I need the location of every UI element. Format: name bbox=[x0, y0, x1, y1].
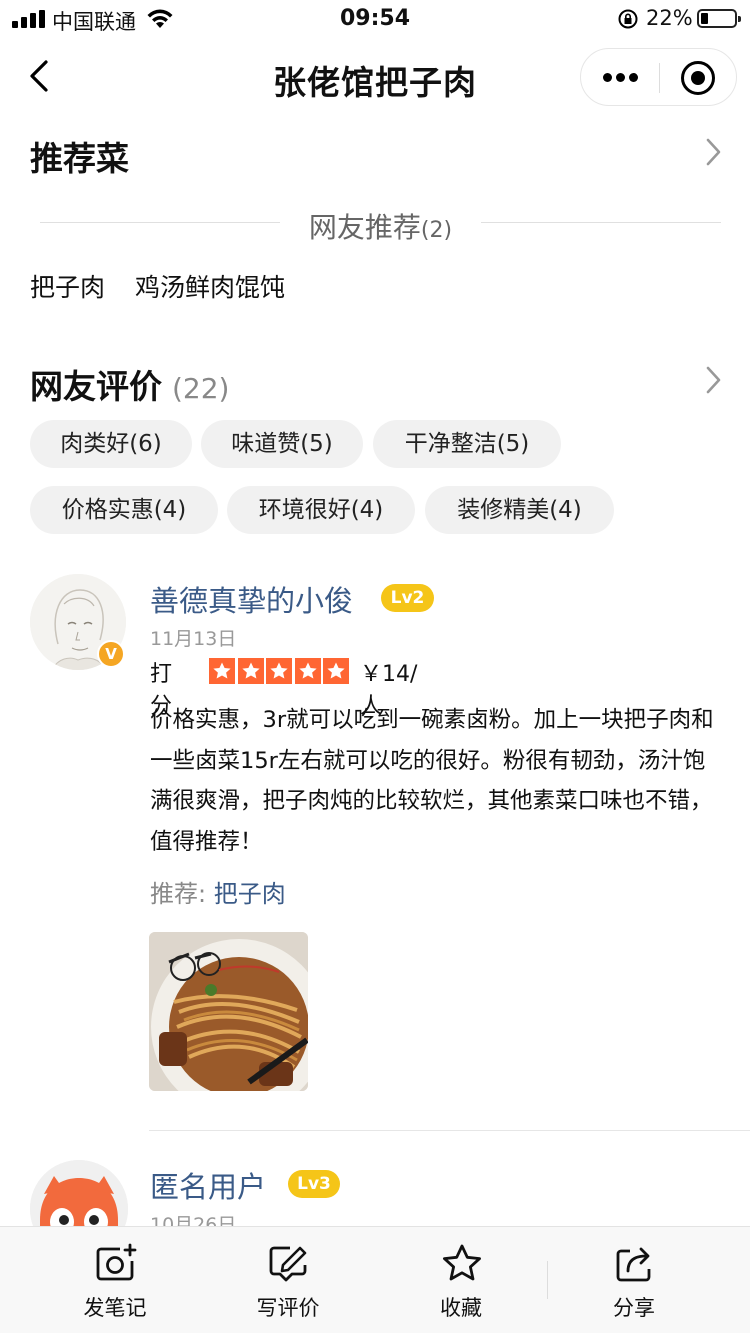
rating-star-icon bbox=[209, 658, 235, 684]
share-icon bbox=[616, 1247, 651, 1282]
status-bar: 中国联通 09:54 22% bbox=[0, 0, 750, 40]
reviews-title-text: 网友评价 bbox=[30, 367, 162, 406]
reviews-title[interactable]: 网友评价 (22) bbox=[30, 360, 229, 408]
bottom-bar-divider bbox=[547, 1261, 548, 1299]
dish-item[interactable]: 鸡汤鲜肉馄饨 bbox=[135, 273, 285, 302]
review-tag[interactable]: 价格实惠(4) bbox=[30, 486, 218, 534]
review-text: 价格实惠，3r就可以吃到一碗素卤粉。加上一块把子肉和一些卤菜15r左右就可以吃的… bbox=[150, 707, 714, 856]
divider-label: 网友推荐 bbox=[308, 211, 421, 244]
level-badge: Lv3 bbox=[288, 1170, 340, 1198]
recommend-dish-link[interactable]: 把子肉 bbox=[214, 880, 286, 908]
review-recommend: 推荐: 把子肉 bbox=[150, 874, 286, 909]
rating-star-icon bbox=[323, 658, 349, 684]
share-label: 分享 bbox=[613, 1296, 655, 1320]
rotation-lock-icon bbox=[618, 9, 638, 29]
recommend-label: 推荐: bbox=[150, 880, 214, 908]
write-review-label: 写评价 bbox=[256, 1296, 320, 1320]
favorite-button[interactable]: 收藏 bbox=[391, 1227, 531, 1333]
review-divider bbox=[149, 1130, 750, 1131]
write-review-button[interactable]: 写评价 bbox=[218, 1227, 358, 1333]
verified-badge: V bbox=[97, 640, 125, 668]
review-tag[interactable]: 肉类好(6) bbox=[30, 420, 192, 468]
review-tag[interactable]: 装修精美(4) bbox=[425, 486, 614, 534]
chevron-right-icon[interactable] bbox=[703, 136, 723, 168]
favorite-label: 收藏 bbox=[440, 1296, 482, 1320]
review-tag[interactable]: 味道赞(5) bbox=[201, 420, 363, 468]
rating-star-icon bbox=[294, 658, 321, 684]
nav-bar: 张佬馆把子肉 bbox=[0, 40, 750, 114]
recommended-dish-list: 把子肉 鸡汤鲜肉馄饨 bbox=[30, 268, 315, 304]
battery-icon bbox=[697, 9, 741, 28]
divider-count: (2) bbox=[420, 218, 453, 243]
close-target-icon[interactable] bbox=[681, 61, 715, 95]
share-button[interactable]: 分享 bbox=[564, 1227, 704, 1333]
battery-percent: 22% bbox=[646, 6, 693, 30]
mini-program-capsule bbox=[580, 48, 737, 106]
reviews-count: (22) bbox=[172, 372, 230, 405]
reviewer-name[interactable]: 善德真挚的小俊 bbox=[150, 578, 353, 620]
reviewer-name[interactable]: 匿名用户 bbox=[150, 1164, 266, 1206]
camera-plus-icon bbox=[96, 1243, 137, 1281]
rating-star-icon bbox=[237, 658, 264, 684]
review-date: 11月13日 bbox=[150, 628, 237, 650]
review-tag[interactable]: 环境很好(4) bbox=[227, 486, 415, 534]
level-badge: Lv2 bbox=[381, 584, 434, 612]
bottom-action-bar: 发笔记 写评价 收藏 分享 bbox=[0, 1226, 750, 1333]
netizen-recommend-divider: 网友推荐(2) bbox=[40, 200, 721, 244]
edit-comment-icon bbox=[269, 1246, 307, 1282]
write-note-button[interactable]: 发笔记 bbox=[45, 1227, 185, 1333]
rating-star-icon bbox=[266, 658, 292, 684]
star-icon bbox=[443, 1244, 481, 1281]
more-icon[interactable] bbox=[581, 49, 659, 105]
review-tag[interactable]: 干净整洁(5) bbox=[373, 420, 561, 468]
recommended-title[interactable]: 推荐菜 bbox=[30, 132, 129, 180]
write-note-label: 发笔记 bbox=[83, 1296, 147, 1320]
dish-item[interactable]: 把子肉 bbox=[30, 273, 105, 302]
review-photo[interactable] bbox=[149, 932, 308, 1091]
chevron-right-icon[interactable] bbox=[703, 364, 723, 396]
